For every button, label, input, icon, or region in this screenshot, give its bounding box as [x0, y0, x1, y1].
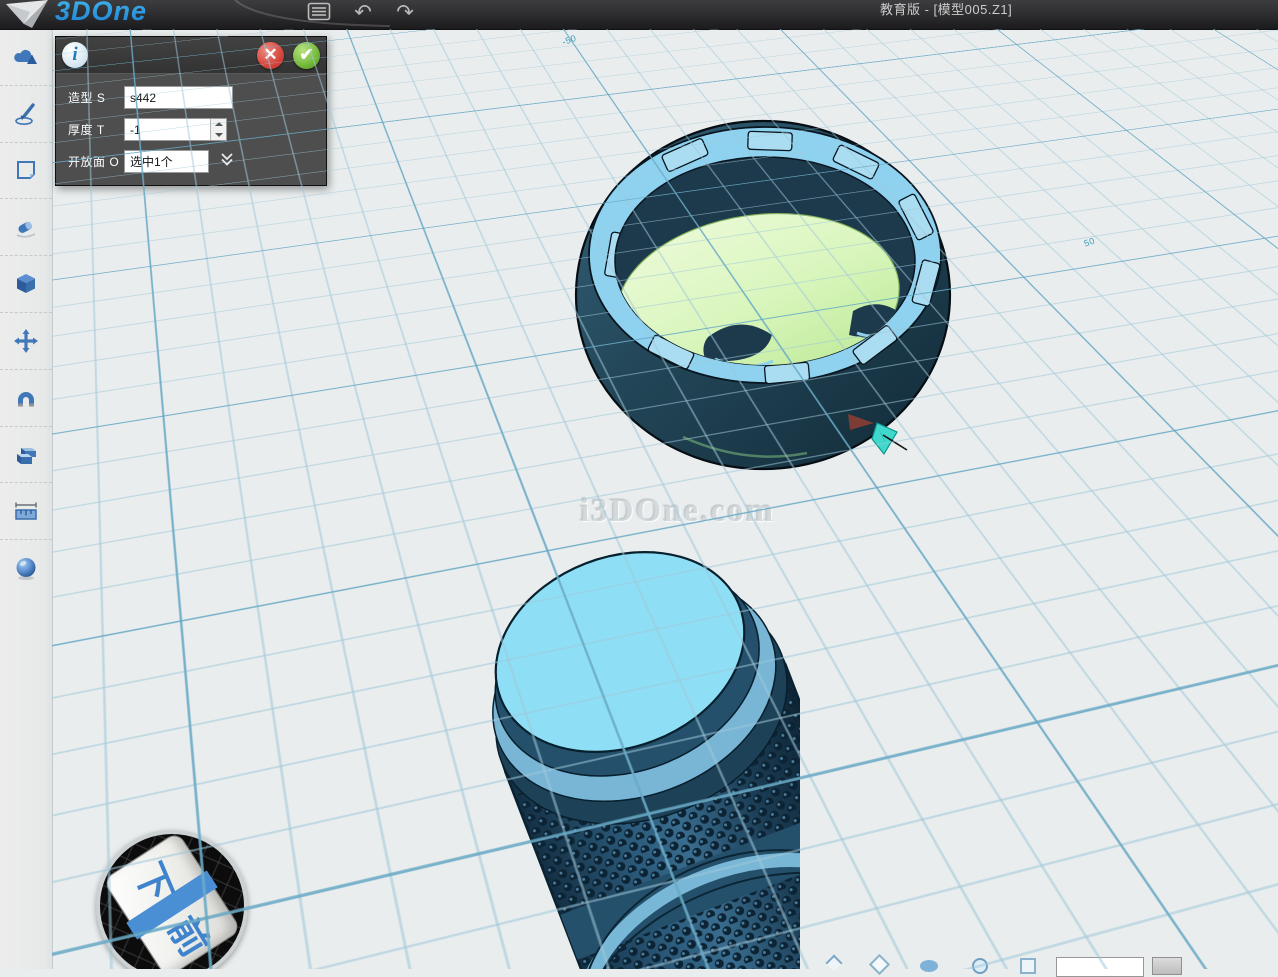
shell-direction-arrow [872, 423, 897, 454]
shell-dialog: i ✕ ✔ 造型 S 厚度 T 开放面 O [55, 36, 327, 186]
sidebar-item-measure[interactable] [0, 483, 52, 540]
top-toolbar: 3DOne ↶ ↷ 教育版 - [模型005.Z1] [0, 0, 1278, 30]
dialog-body: 造型 S 厚度 T 开放面 O [56, 74, 326, 185]
import-library-icon [11, 43, 41, 71]
sidebar-item-assembly[interactable] [0, 370, 52, 427]
open-face-field-label: 开放面 O [68, 153, 124, 170]
sidebar-item-import-library[interactable] [0, 29, 52, 86]
measure-icon [11, 497, 41, 525]
orbit-icon[interactable] [972, 958, 988, 974]
sidebar-item-move[interactable] [0, 313, 52, 370]
thickness-field-label: 厚度 T [68, 121, 124, 138]
sidebar-item-combine[interactable] [0, 427, 52, 484]
sidebar-item-deform[interactable] [0, 199, 52, 256]
view-cube-body[interactable]: 下 前 [102, 831, 242, 969]
material-sphere-icon [11, 554, 41, 582]
sidebar-item-material[interactable] [0, 540, 52, 596]
display-icon[interactable] [1020, 958, 1036, 974]
sidebar-item-surface[interactable] [0, 143, 52, 200]
scalloped-cap-model [565, 105, 975, 485]
spinner-down-icon[interactable] [211, 130, 226, 141]
dialog-header: i ✕ ✔ [56, 37, 326, 74]
shape-field[interactable] [124, 86, 233, 109]
view-dropdown[interactable] [1056, 957, 1144, 977]
open-face-field[interactable] [124, 150, 209, 173]
view-cube[interactable]: 下 前 [96, 830, 248, 969]
window-title: 教育版 - [模型005.Z1] [880, 1, 1012, 19]
sphere-icon[interactable] [920, 960, 938, 972]
app-logo-text: 3DOne [55, 0, 147, 25]
primitive-cube-icon [11, 270, 41, 298]
bottom-toolbar [0, 954, 1278, 969]
3done-app-window: { "app": { "logo_text": "3DOne", "window… [0, 0, 1278, 969]
move-icon [11, 327, 41, 355]
sidebar-item-primitive[interactable] [0, 256, 52, 313]
sketch-pen-icon [11, 100, 41, 128]
sidebar-item-sketch[interactable] [0, 86, 52, 143]
dropdown-button[interactable] [1152, 957, 1182, 975]
spinner-up-icon[interactable] [211, 119, 226, 130]
magnet-assembly-icon [11, 384, 41, 412]
thickness-spinner[interactable] [210, 119, 226, 140]
tool-sidebar [0, 29, 53, 969]
undo-icon[interactable]: ↶ [350, 0, 376, 24]
confirm-button[interactable]: ✔ [293, 42, 320, 69]
knurled-body-model [330, 540, 800, 969]
deform-icon [11, 213, 41, 241]
sketch-plane-icon [11, 156, 41, 184]
redo-icon[interactable]: ↷ [392, 0, 418, 24]
cube-icon[interactable] [869, 954, 890, 975]
double-chevron-down-icon[interactable] [219, 152, 235, 172]
watermark: i3DOne.com [580, 493, 775, 530]
app-logo-icon [2, 0, 54, 30]
info-icon: i [62, 42, 88, 68]
combine-icon [11, 440, 41, 468]
save-icon[interactable] [306, 0, 332, 24]
cancel-button[interactable]: ✕ [257, 42, 284, 69]
shape-field-label: 造型 S [68, 89, 124, 106]
